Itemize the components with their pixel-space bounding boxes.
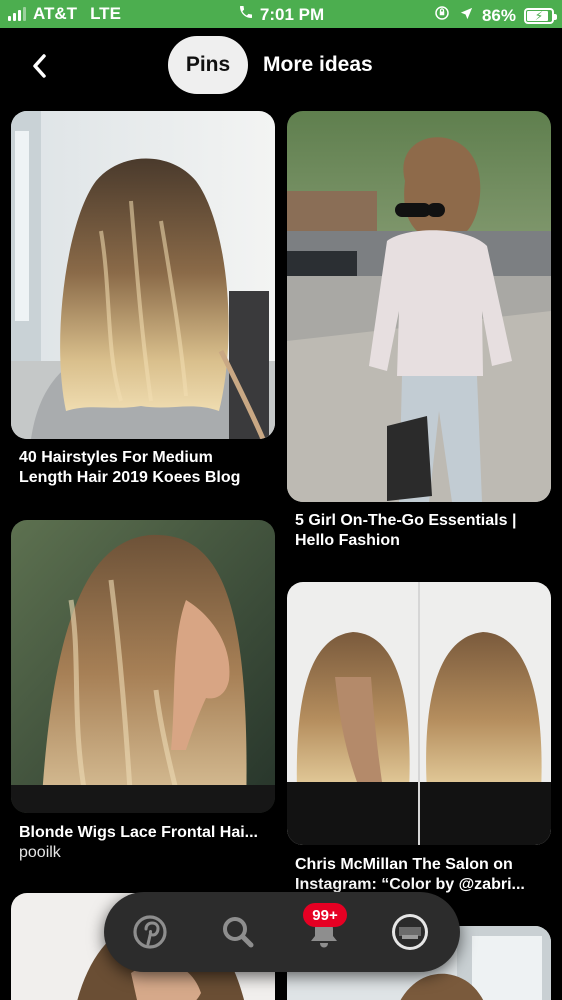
bottom-nav (104, 892, 460, 972)
pin-image-medium-hair[interactable] (11, 111, 275, 439)
nav-profile[interactable] (388, 910, 432, 954)
tab-pins[interactable]: Pins (168, 36, 248, 94)
status-right: 86% ⚡ (433, 4, 557, 27)
location-arrow-icon (459, 6, 474, 26)
pin-image-blonde-wavy[interactable] (11, 520, 275, 813)
profile-avatar (392, 914, 428, 950)
time-label: 7:01 PM (259, 4, 325, 24)
notification-badge: 99+ (303, 903, 347, 927)
chevron-left-icon (33, 54, 46, 78)
status-bar: AT&T LTE 7:01 PM 86% ⚡ (0, 0, 562, 28)
pinterest-home-icon (133, 915, 167, 949)
battery-percent-label: 86% (481, 5, 516, 25)
orientation-lock-icon (433, 4, 451, 27)
charging-bolt-icon: ⚡ (534, 8, 544, 23)
pin-image-salon-color[interactable] (287, 582, 551, 845)
header: Pins More ideas (0, 28, 562, 104)
tab-more-ideas[interactable]: More ideas (263, 36, 373, 94)
search-icon (223, 917, 254, 948)
nav-home[interactable] (128, 910, 172, 954)
nav-search[interactable] (216, 910, 260, 954)
pin-title[interactable]: Blonde Wigs Lace Frontal Hai... (19, 823, 269, 843)
pin-source[interactable]: pooilk (19, 843, 269, 863)
pin-title[interactable]: 5 Girl On-The-Go Essentials | Hello Fash… (295, 511, 545, 551)
battery-icon: ⚡ (524, 7, 557, 24)
pin-title[interactable]: 40 Hairstyles For Medium Length Hair 201… (19, 448, 269, 488)
pin-image-fashion[interactable] (287, 111, 551, 502)
phone-call-icon (238, 4, 254, 25)
back-button[interactable] (22, 48, 58, 84)
pin-title[interactable]: Chris McMillan The Salon on Instagram: “… (295, 855, 545, 895)
